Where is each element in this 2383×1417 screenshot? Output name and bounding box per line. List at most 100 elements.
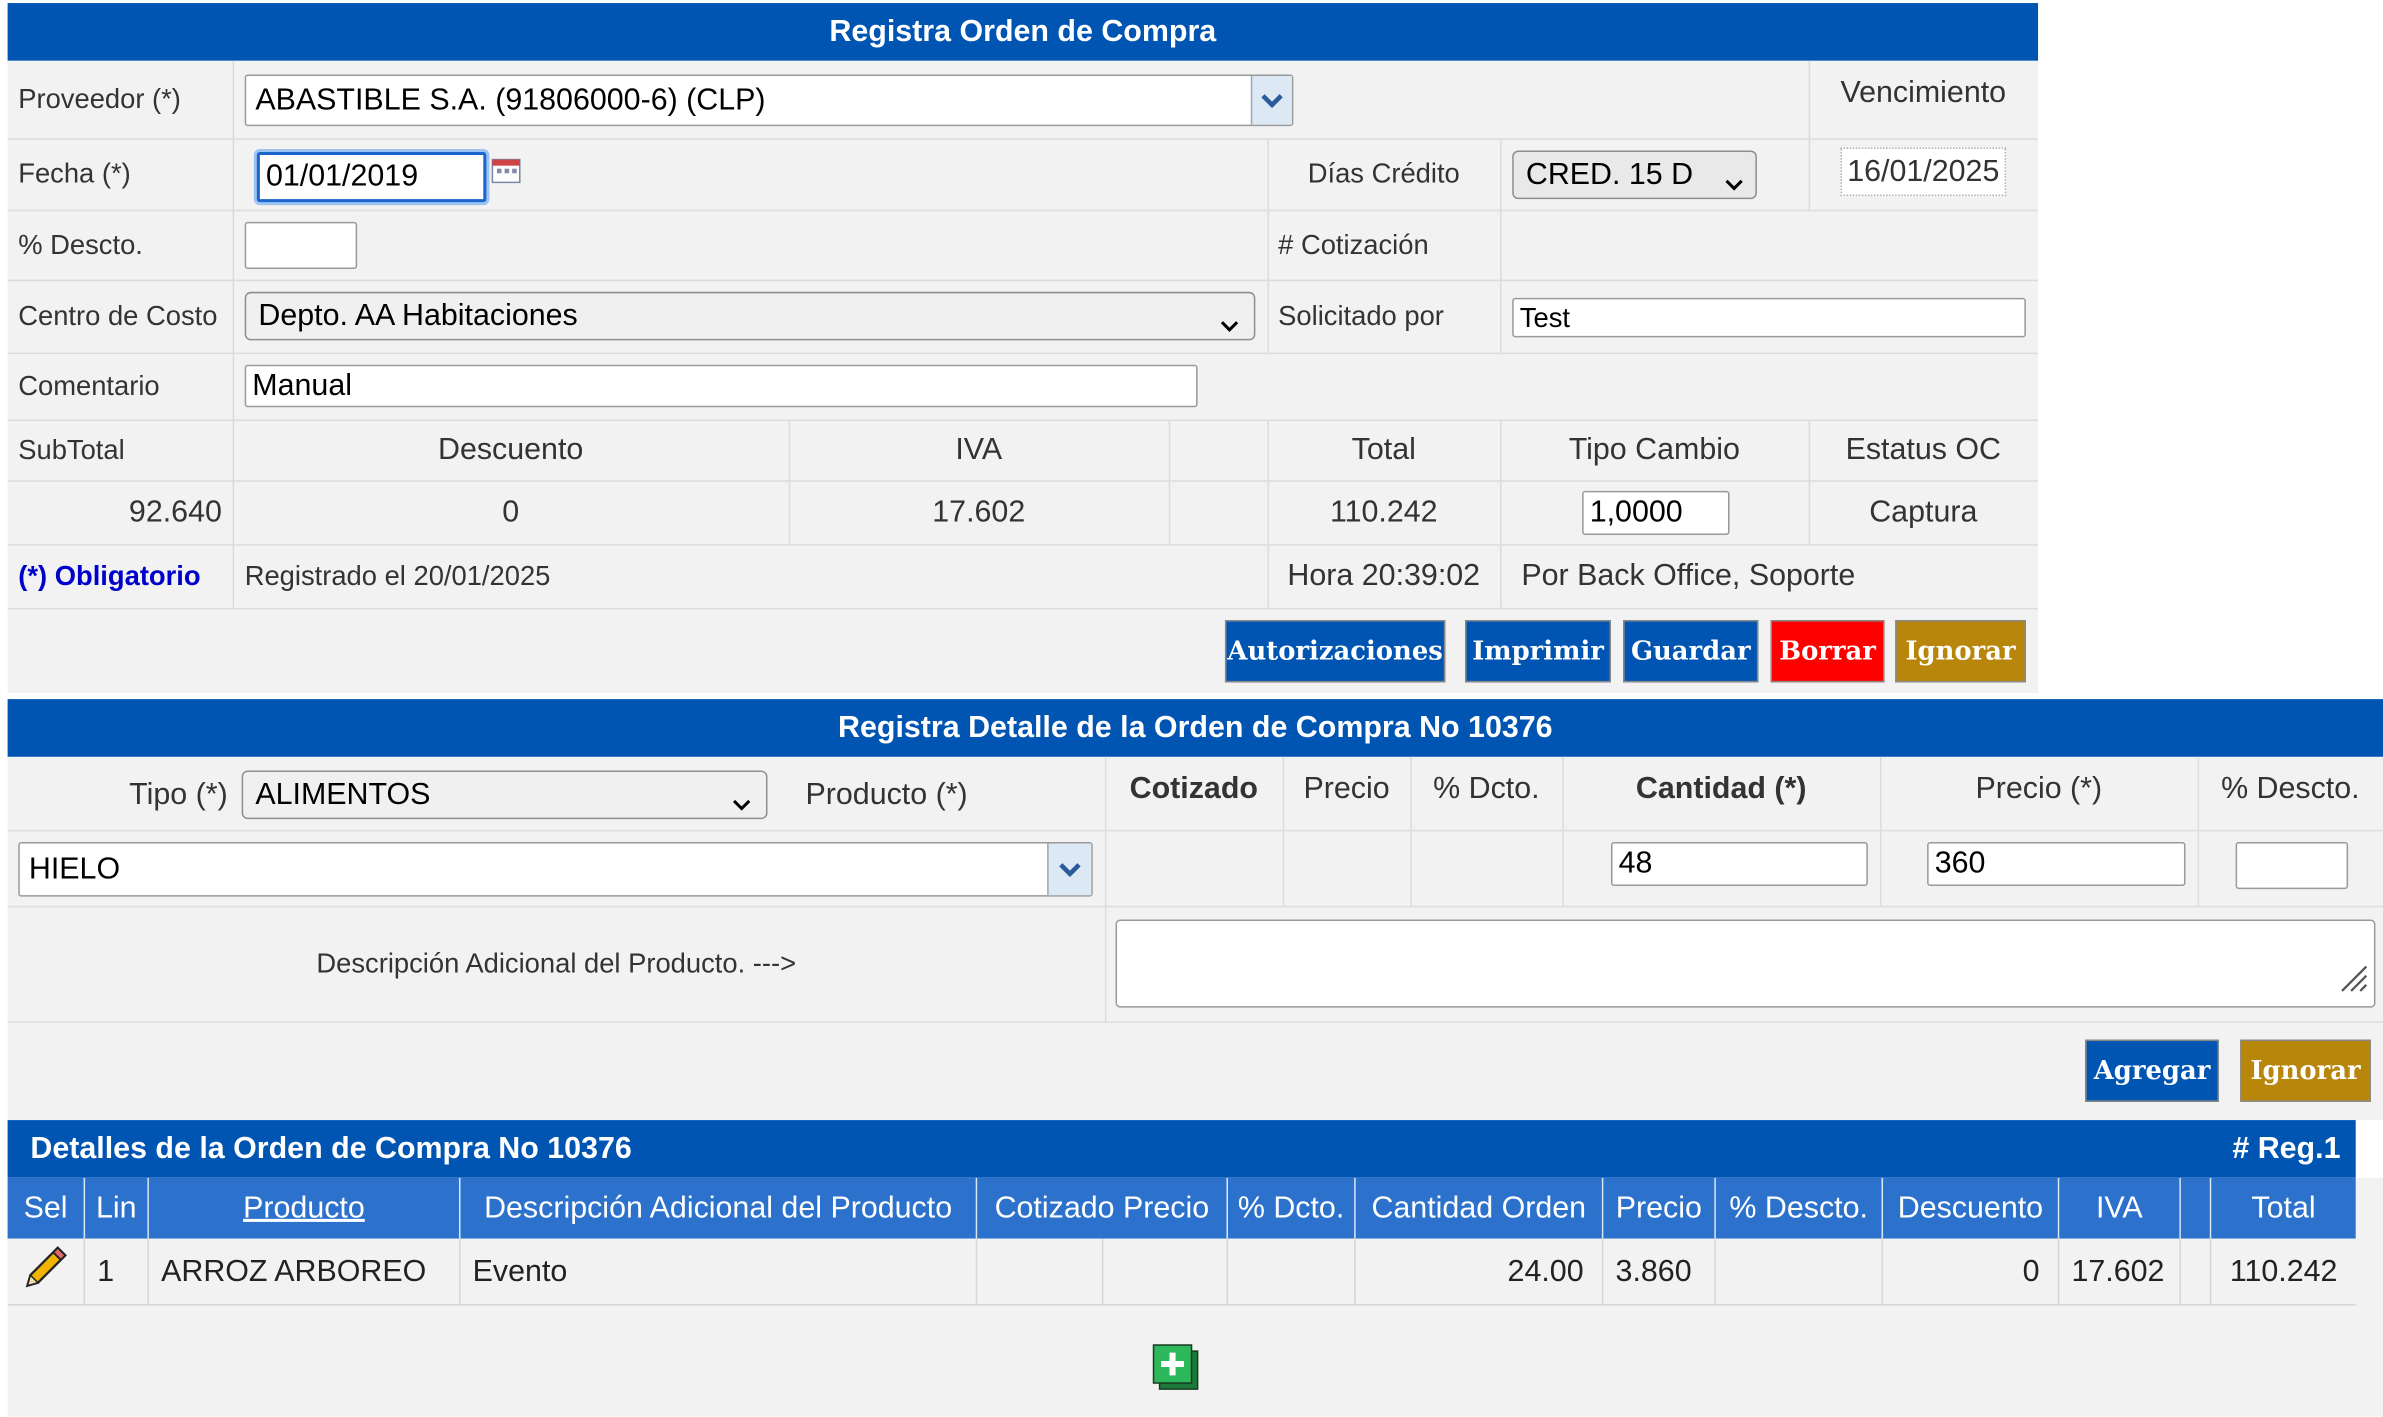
- iva-label: IVA: [955, 432, 1003, 466]
- centro-costo-label: Centro de Costo: [18, 300, 218, 331]
- tipo-cambio-input[interactable]: 1,0000: [1582, 490, 1730, 535]
- detalle-form-header: Registra Detalle de la Orden de Compra N…: [7, 699, 2383, 757]
- col-producto[interactable]: Producto: [148, 1177, 461, 1239]
- row-descripcion: Evento: [460, 1238, 978, 1306]
- detalles-header: Detalles de la Orden de Compra No 10376 …: [7, 1120, 2356, 1178]
- comentario-input[interactable]: Manual: [244, 364, 1198, 408]
- order-form-title: Registra Orden de Compra: [829, 14, 1217, 48]
- ignorar-detail-button[interactable]: Ignorar: [2240, 1039, 2371, 1102]
- imprimir-button[interactable]: Imprimir: [1465, 620, 1611, 683]
- col-total: Total: [2211, 1177, 2356, 1239]
- col-descto: % Descto.: [1715, 1177, 1884, 1239]
- col-precio: Precio: [1603, 1177, 1716, 1239]
- precio-input[interactable]: 360: [1927, 841, 2186, 887]
- order-form-header: Registra Orden de Compra: [7, 3, 2039, 61]
- tipo-label: Tipo (*): [129, 777, 228, 811]
- add-row-icon[interactable]: [1152, 1344, 1201, 1393]
- dcto-label: % Dcto.: [1433, 771, 1540, 805]
- proveedor-label: Proveedor (*): [18, 83, 181, 114]
- col-extra: [2180, 1177, 2212, 1239]
- solicitado-value: Test: [1519, 301, 1570, 333]
- purchase-order-page: Registra Orden de Compra Proveedor (*) A…: [0, 0, 2383, 1417]
- row-dcto: [1228, 1238, 1356, 1306]
- col-lin: Lin: [85, 1177, 149, 1239]
- row-cotizado-precio: [1103, 1238, 1228, 1306]
- row-descuento: 0: [1883, 1238, 2060, 1306]
- registrado-text: Registrado el 20/01/2025: [244, 560, 551, 591]
- tipo-cambio-label: Tipo Cambio: [1568, 432, 1740, 466]
- desc-adicional-label: Descripción Adicional del Producto. --->: [316, 947, 797, 978]
- col-descripcion: Descripción Adicional del Producto: [460, 1177, 978, 1239]
- pencil-icon[interactable]: [21, 1243, 70, 1301]
- fecha-value: 01/01/2019: [265, 159, 419, 194]
- tipo-select[interactable]: ALIMENTOS: [241, 770, 768, 820]
- reg-count: # Reg.1: [2232, 1131, 2341, 1165]
- subtotal-label: SubTotal: [18, 433, 125, 465]
- iva-value: 17.602: [932, 494, 1026, 529]
- autorizaciones-button[interactable]: Autorizaciones: [1224, 620, 1446, 683]
- centro-costo-value: Depto. AA Habitaciones: [258, 298, 578, 333]
- calendar-icon[interactable]: [491, 157, 521, 184]
- col-cantidad-orden: Cantidad Orden: [1355, 1177, 1604, 1239]
- cotizacion-label: # Cotización: [1278, 228, 1429, 260]
- proveedor-select[interactable]: ABASTIBLE S.A. (91806000-6) (CLP): [244, 74, 1294, 127]
- descto-input[interactable]: [244, 221, 358, 270]
- row-extra: [2181, 1238, 2212, 1306]
- col-descuento: Descuento: [1883, 1177, 2060, 1239]
- detalle-form-title: Registra Detalle de la Orden de Compra N…: [838, 710, 1553, 744]
- total-value: 110.242: [1329, 494, 1438, 529]
- cantidad-input[interactable]: 48: [1610, 841, 1868, 887]
- agregar-button[interactable]: Agregar: [2085, 1039, 2219, 1102]
- row-iva: 17.602: [2059, 1238, 2181, 1306]
- col-dcto: % Dcto.: [1227, 1177, 1356, 1239]
- total-label: Total: [1351, 432, 1416, 466]
- cantidad-value: 48: [1618, 846, 1653, 880]
- guardar-button[interactable]: Guardar: [1623, 620, 1759, 683]
- vencimiento-label: Vencimiento: [1840, 75, 2007, 109]
- solicitado-label: Solicitado por: [1278, 300, 1444, 331]
- precio-value: 360: [1934, 846, 1986, 880]
- borrar-button[interactable]: Borrar: [1770, 620, 1885, 683]
- comentario-value: Manual: [252, 368, 352, 402]
- descto-detail-label: % Descto.: [2221, 771, 2360, 805]
- comentario-label: Comentario: [18, 370, 160, 401]
- chevron-down-icon: [1725, 167, 1743, 202]
- dias-credito-label: Días Crédito: [1307, 158, 1460, 189]
- precio-req-label: Precio (*): [1975, 771, 2103, 805]
- chevron-down-icon[interactable]: [1250, 75, 1292, 125]
- descuento-label: Descuento: [437, 432, 584, 466]
- detalles-title: Detalles de la Orden de Compra No 10376: [30, 1131, 632, 1165]
- row-select-cell[interactable]: [8, 1238, 86, 1306]
- fecha-label: Fecha (*): [18, 158, 131, 189]
- resize-handle-icon[interactable]: [2336, 961, 2369, 1002]
- hora-text: Hora 20:39:02: [1287, 558, 1481, 592]
- solicitado-input[interactable]: Test: [1512, 297, 2026, 338]
- row-cotizado: [977, 1238, 1104, 1306]
- descto-detail-input[interactable]: [2235, 841, 2349, 890]
- dias-credito-value: CRED. 15 D: [1525, 157, 1694, 191]
- vencimiento-value: 16/01/2025: [1840, 147, 2007, 197]
- precio-label: Precio: [1303, 771, 1390, 805]
- row-lin: 1: [85, 1238, 149, 1306]
- estatus-value: Captura: [1869, 494, 1978, 529]
- cotizado-label: Cotizado: [1129, 771, 1258, 805]
- ignorar-button[interactable]: Ignorar: [1895, 620, 2026, 683]
- row-total: 110.242: [2229, 1254, 2338, 1289]
- descuento-value: 0: [502, 494, 520, 529]
- fecha-input[interactable]: 01/01/2019: [256, 151, 487, 203]
- proveedor-value: ABASTIBLE S.A. (91806000-6) (CLP): [255, 82, 766, 117]
- obligatorio-note: (*) Obligatorio: [18, 560, 201, 591]
- producto-label: Producto (*): [805, 777, 968, 811]
- col-iva: IVA: [2059, 1177, 2181, 1239]
- centro-costo-select[interactable]: Depto. AA Habitaciones: [244, 291, 1256, 341]
- desc-adicional-textarea[interactable]: [1115, 919, 2376, 1008]
- chevron-down-icon[interactable]: [1047, 843, 1092, 896]
- estatus-label: Estatus OC: [1845, 432, 2002, 466]
- cantidad-label: Cantidad (*): [1635, 771, 1807, 805]
- row-cantidad: 24.00: [1356, 1238, 1604, 1306]
- row-precio: 3.860: [1603, 1238, 1716, 1306]
- col-cotizado-precio: Cotizado Precio: [977, 1177, 1228, 1239]
- producto-select[interactable]: HIELO: [18, 841, 1093, 897]
- dias-credito-select[interactable]: CRED. 15 D: [1512, 150, 1757, 202]
- tipo-cambio-value: 1,0000: [1589, 495, 1683, 529]
